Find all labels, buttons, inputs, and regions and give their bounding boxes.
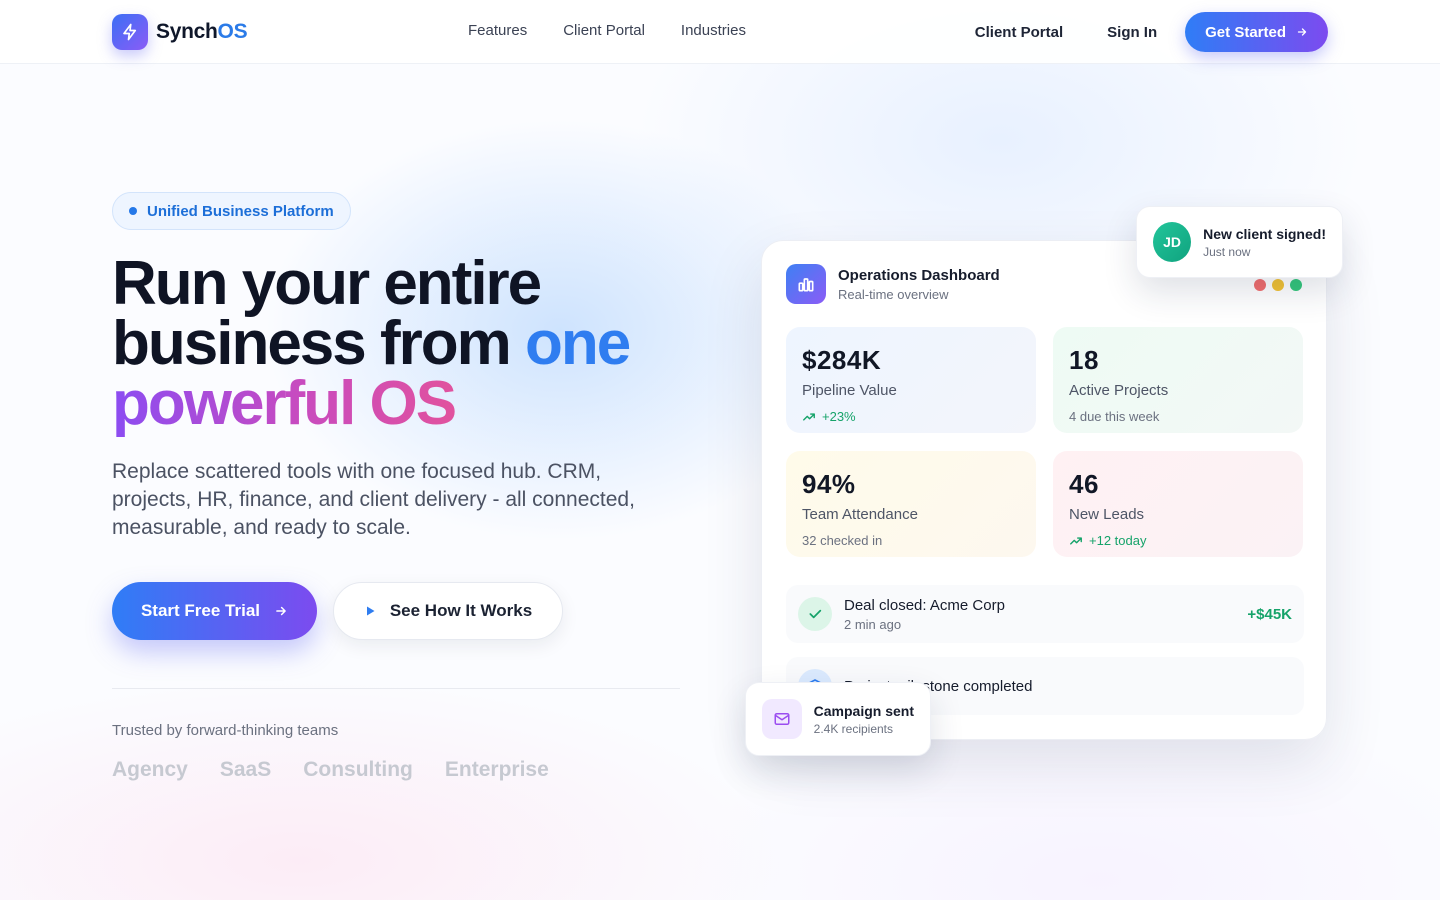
campaign-notification[interactable]: Campaign sent 2.4K recipients — [745, 682, 931, 756]
nav-item-client-portal[interactable]: Client Portal — [563, 22, 645, 39]
dashboard-subtitle: Real-time overview — [838, 286, 949, 302]
start-free-trial-button[interactable]: Start Free Trial — [112, 582, 317, 640]
campaign-title: Campaign sent — [813, 702, 914, 719]
get-started-button[interactable]: Get Started — [1185, 12, 1328, 52]
badge-label: Unified Business Platform — [147, 202, 334, 220]
header-actions: Client Portal Sign In Get Started — [975, 12, 1328, 52]
brand-name: SynchOS — [156, 20, 248, 43]
nav-item-features[interactable]: Features — [468, 22, 527, 39]
stat-note: 32 checked in — [802, 533, 883, 548]
trend-up-icon — [1070, 536, 1082, 545]
platform-badge: Unified Business Platform — [112, 192, 351, 230]
stat-label: Team Attendance — [802, 506, 918, 523]
sign-in-link[interactable]: Sign In — [1107, 24, 1157, 41]
brand-logo[interactable]: SynchOS — [112, 14, 248, 50]
arrow-right-icon — [276, 606, 286, 616]
notification-title: New client signed! — [1203, 225, 1326, 242]
mail-icon — [762, 699, 802, 739]
stat-value: 18 — [1069, 345, 1099, 375]
check-icon — [798, 597, 832, 631]
hero-cta-group: Start Free Trial See How It Works — [112, 582, 563, 640]
stat-note: +23% — [802, 409, 1020, 424]
activity-time: 2 min ago — [844, 616, 902, 632]
logo-enterprise: Enterprise — [444, 758, 549, 781]
stat-value: $284K — [802, 345, 882, 375]
trusted-label: Trusted by forward-thinking teams — [112, 722, 339, 739]
notification-time: Just now — [1203, 244, 1251, 259]
arrow-right-icon — [1297, 28, 1307, 36]
trusted-logos: Agency SaaS Consulting Enterprise — [112, 758, 549, 782]
hero-headline: Run your entire business from one powerf… — [112, 249, 631, 438]
see-how-it-works-label: See How It Works — [389, 601, 533, 620]
see-how-it-works-button[interactable]: See How It Works — [333, 582, 563, 640]
stat-label: New Leads — [1069, 506, 1145, 523]
logo-saas: SaaS — [219, 758, 272, 781]
get-started-label: Get Started — [1205, 23, 1286, 41]
stat-note: 4 due this week — [1069, 409, 1160, 424]
activity-amount: +$45K — [1247, 605, 1292, 623]
lightning-icon — [112, 14, 148, 50]
hero-divider — [112, 688, 680, 689]
avatar: JD — [1153, 222, 1192, 262]
main-nav: Features Client Portal Industries — [468, 22, 746, 39]
operations-dashboard-card: Operations Dashboard Real-time overview … — [761, 240, 1327, 740]
stat-value: 46 — [1069, 469, 1099, 499]
stat-card-attendance[interactable]: 94% Team Attendance 32 checked in — [786, 451, 1036, 557]
logo-agency: Agency — [112, 758, 188, 781]
stat-label: Active Projects — [1069, 382, 1169, 399]
stat-card-projects[interactable]: 18 Active Projects 4 due this week — [1053, 327, 1303, 433]
campaign-subtitle: 2.4K recipients — [813, 721, 894, 736]
bar-chart-icon — [786, 264, 826, 304]
stat-note: +12 today — [1069, 533, 1287, 548]
dashboard-title: Operations Dashboard — [838, 266, 1000, 284]
new-client-notification[interactable]: JD New client signed! Just now — [1136, 206, 1343, 278]
top-navbar: SynchOS Features Client Portal Industrie… — [0, 0, 1440, 64]
badge-dot-icon — [129, 207, 137, 215]
nav-item-industries[interactable]: Industries — [681, 22, 746, 39]
yellow-dot-icon — [1272, 279, 1284, 291]
stat-value: 94% — [802, 469, 856, 499]
start-free-trial-label: Start Free Trial — [140, 601, 261, 620]
stat-label: Pipeline Value — [802, 382, 897, 399]
red-dot-icon — [1254, 279, 1266, 291]
logo-consulting: Consulting — [303, 758, 413, 781]
trend-up-icon — [803, 412, 815, 421]
stat-card-pipeline[interactable]: $284K Pipeline Value +23% — [786, 327, 1036, 433]
dashboard-header: Operations Dashboard Real-time overview — [786, 264, 1000, 304]
activity-item[interactable]: Deal closed: Acme Corp 2 min ago +$45K — [786, 585, 1304, 643]
green-dot-icon — [1290, 279, 1302, 291]
play-icon — [366, 606, 375, 616]
window-controls — [1254, 279, 1302, 291]
stat-card-leads[interactable]: 46 New Leads +12 today — [1053, 451, 1303, 557]
hero-subtitle: Replace scattered tools with one focused… — [112, 460, 635, 539]
client-portal-link[interactable]: Client Portal — [975, 24, 1063, 41]
activity-title: Deal closed: Acme Corp — [844, 596, 1005, 614]
